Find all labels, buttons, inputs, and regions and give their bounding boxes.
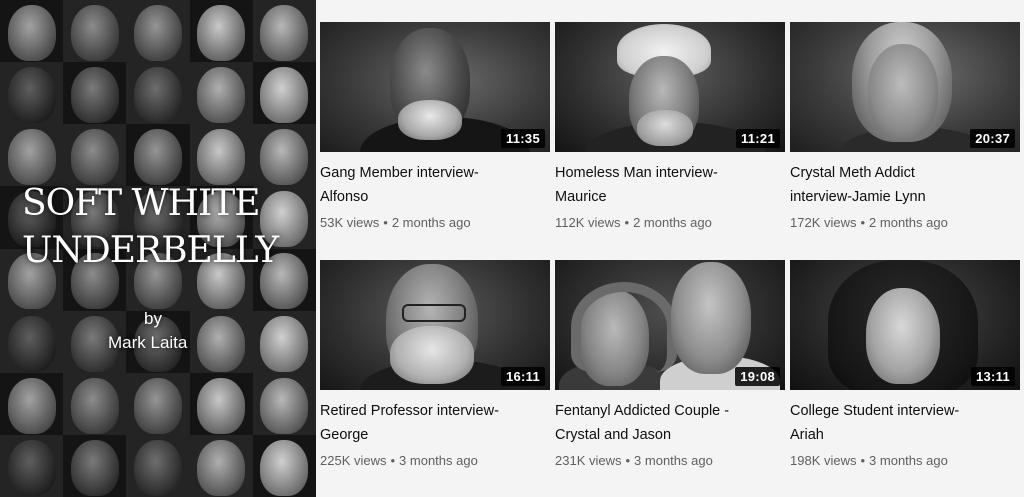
- collage-portrait: [0, 372, 64, 435]
- collage-portrait: [126, 62, 190, 125]
- collage-portrait: [252, 0, 316, 63]
- separator-dot: •: [860, 453, 866, 468]
- video-duration: 19:08: [735, 367, 780, 386]
- banner-by-text: by: [144, 309, 162, 328]
- video-card[interactable]: 16:11 Retired Professor interview- Georg…: [320, 260, 550, 468]
- video-title-line-1[interactable]: Crystal Meth Addict: [790, 161, 1020, 185]
- video-card[interactable]: 19:08 Fentanyl Addicted Couple - Crystal…: [555, 260, 785, 468]
- video-duration: 20:37: [970, 129, 1015, 148]
- collage-portrait: [63, 372, 127, 435]
- video-title[interactable]: Homeless Man interview- Maurice: [555, 161, 785, 209]
- collage-portrait: [252, 62, 316, 125]
- video-title-line-2[interactable]: Ariah: [790, 423, 1020, 447]
- video-metadata: 198K views • 3 months ago: [790, 453, 1020, 468]
- collage-portrait: [189, 62, 253, 125]
- video-metadata: 231K views • 3 months ago: [555, 453, 785, 468]
- channel-title-line-1: SOFT WHITE: [22, 183, 261, 224]
- view-count: 198K views: [790, 453, 857, 468]
- video-title-line-2[interactable]: Alfonso: [320, 185, 550, 209]
- upload-age: 2 months ago: [391, 215, 471, 230]
- view-count: 112K views: [555, 215, 621, 230]
- video-metadata: 225K views • 3 months ago: [320, 453, 550, 468]
- video-title-line-1[interactable]: Gang Member interview-: [320, 161, 550, 185]
- video-thumbnail[interactable]: 20:37: [790, 22, 1020, 152]
- video-title-line-1[interactable]: Homeless Man interview-: [555, 161, 785, 185]
- video-thumbnail[interactable]: 16:11: [320, 260, 550, 390]
- upload-age: 3 months ago: [399, 453, 478, 468]
- video-metadata: 53K views • 2 months ago: [320, 215, 550, 230]
- video-card[interactable]: 11:35 Gang Member interview- Alfonso 53K…: [320, 22, 550, 230]
- separator-dot: •: [624, 215, 630, 230]
- video-duration: 11:35: [500, 129, 545, 148]
- video-title-line-1[interactable]: Retired Professor interview-: [320, 399, 550, 423]
- video-duration: 16:11: [500, 367, 545, 386]
- video-thumbnail[interactable]: 11:35: [320, 22, 550, 152]
- channel-title-line-2: UNDERBELLY: [22, 230, 279, 271]
- upload-age: 2 months ago: [633, 215, 712, 230]
- collage-portrait: [252, 434, 316, 497]
- video-card[interactable]: 13:11 College Student interview- Ariah 1…: [790, 260, 1020, 468]
- channel-title: SOFT WHITE UNDERBELLY: [22, 180, 312, 274]
- video-title[interactable]: Crystal Meth Addict interview-Jamie Lynn: [790, 161, 1020, 209]
- video-card[interactable]: 11:21 Homeless Man interview- Maurice 11…: [555, 22, 785, 230]
- video-metadata: 112K views • 2 months ago: [555, 215, 785, 230]
- video-thumbnail[interactable]: 13:11: [790, 260, 1020, 390]
- collage-portrait: [189, 434, 253, 497]
- collage-portrait: [0, 310, 64, 373]
- collage-portrait: [63, 0, 127, 63]
- separator-dot: •: [383, 215, 388, 230]
- collage-portrait: [189, 372, 253, 435]
- video-title[interactable]: Retired Professor interview- George: [320, 399, 550, 447]
- video-grid: 11:35 Gang Member interview- Alfonso 53K…: [320, 0, 1024, 497]
- video-title-line-2[interactable]: Maurice: [555, 185, 785, 209]
- view-count: 53K views: [320, 215, 380, 230]
- collage-portrait: [63, 434, 127, 497]
- banner-author-name: Mark Laita: [108, 333, 188, 352]
- collage-portrait: [252, 372, 316, 435]
- collage-portrait: [252, 124, 316, 187]
- collage-portrait: [126, 372, 190, 435]
- video-title[interactable]: Fentanyl Addicted Couple - Crystal and J…: [555, 399, 785, 447]
- video-title-line-2[interactable]: interview-Jamie Lynn: [790, 185, 1020, 209]
- video-card[interactable]: 20:37 Crystal Meth Addict interview-Jami…: [790, 22, 1020, 230]
- video-title-line-1[interactable]: Fentanyl Addicted Couple -: [555, 399, 785, 423]
- separator-dot: •: [390, 453, 396, 468]
- video-metadata: 172K views • 2 months ago: [790, 215, 1020, 230]
- video-thumbnail[interactable]: 11:21: [555, 22, 785, 152]
- video-title-line-2[interactable]: Crystal and Jason: [555, 423, 785, 447]
- collage-portrait: [189, 310, 253, 373]
- collage-portrait: [189, 124, 253, 187]
- collage-portrait: [126, 0, 190, 63]
- upload-age: 2 months ago: [869, 215, 948, 230]
- separator-dot: •: [625, 453, 631, 468]
- view-count: 172K views: [790, 215, 857, 230]
- collage-portrait: [252, 310, 316, 373]
- collage-portrait: [0, 434, 64, 497]
- upload-age: 3 months ago: [634, 453, 713, 468]
- video-title[interactable]: College Student interview- Ariah: [790, 399, 1020, 447]
- collage-portrait: [189, 0, 253, 63]
- view-count: 225K views: [320, 453, 387, 468]
- video-title-line-2[interactable]: George: [320, 423, 550, 447]
- collage-portrait: [0, 124, 64, 187]
- video-title-line-1[interactable]: College Student interview-: [790, 399, 1020, 423]
- channel-banner: SOFT WHITE UNDERBELLY by Mark Laita: [0, 0, 316, 497]
- collage-portrait: [126, 124, 190, 187]
- collage-portrait: [0, 62, 64, 125]
- video-duration: 13:11: [970, 367, 1015, 386]
- video-thumbnail[interactable]: 19:08: [555, 260, 785, 390]
- collage-portrait: [63, 62, 127, 125]
- view-count: 231K views: [555, 453, 622, 468]
- upload-age: 3 months ago: [869, 453, 948, 468]
- video-title[interactable]: Gang Member interview- Alfonso: [320, 161, 550, 209]
- collage-portrait: [0, 0, 64, 63]
- separator-dot: •: [860, 215, 866, 230]
- collage-portrait: [126, 434, 190, 497]
- video-duration: 11:21: [735, 129, 780, 148]
- collage-portrait: [63, 124, 127, 187]
